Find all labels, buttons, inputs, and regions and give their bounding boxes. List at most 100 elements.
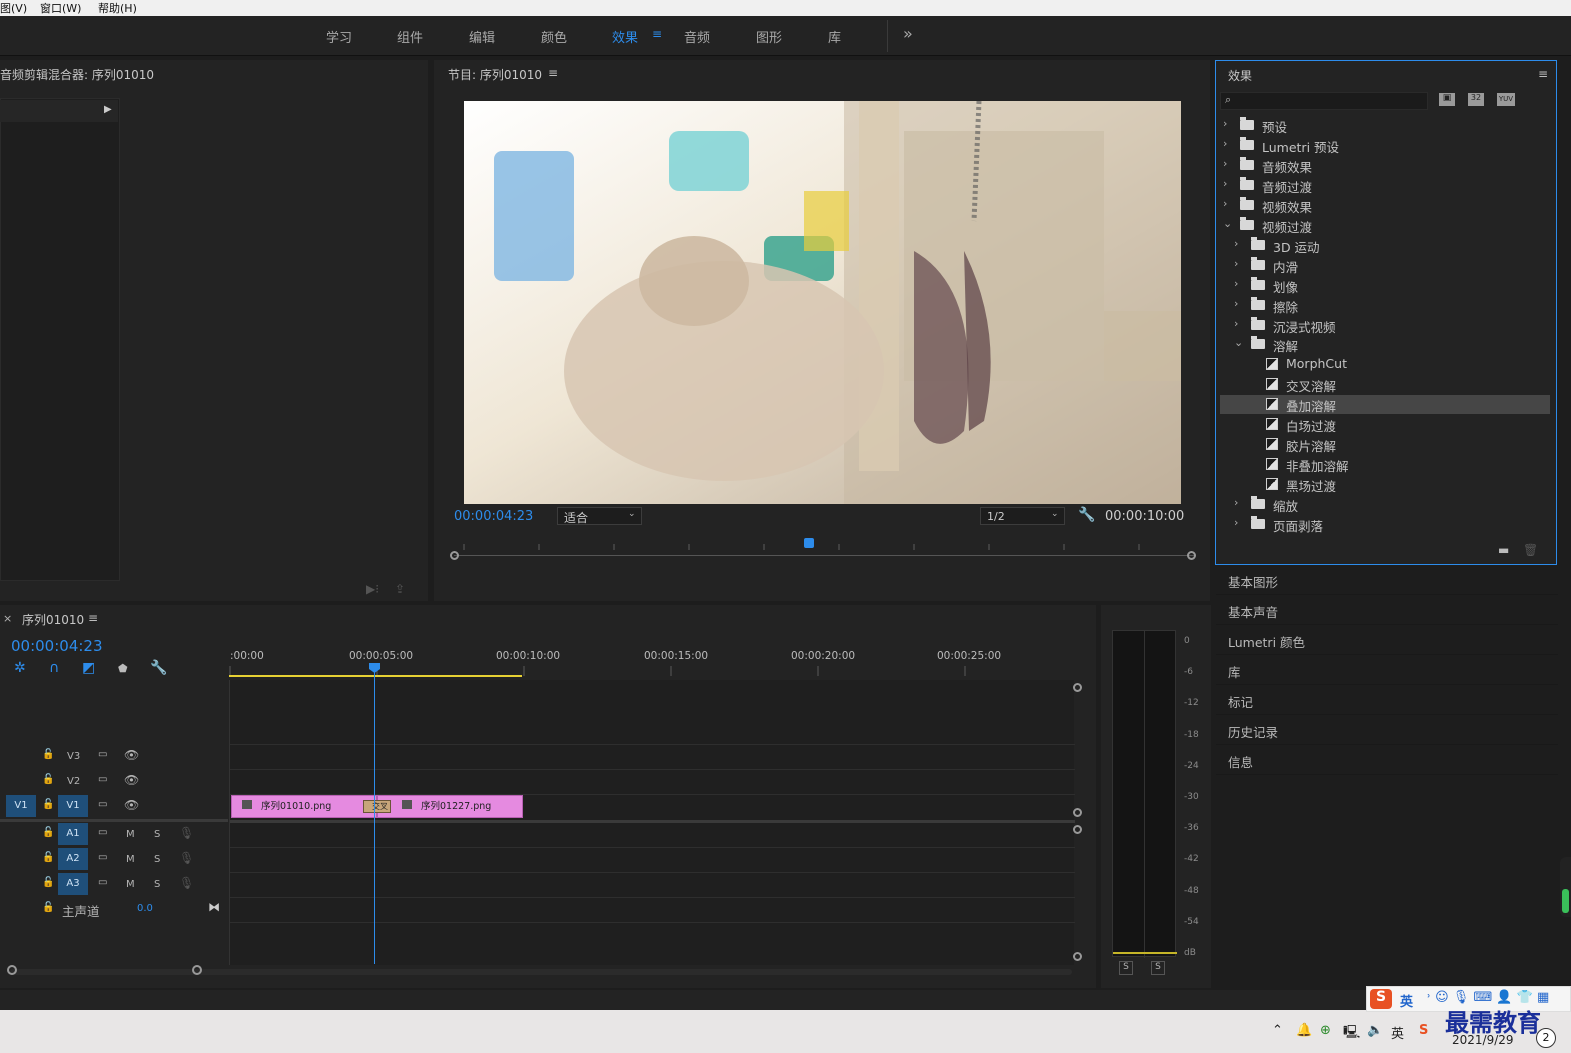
- chevron-right-icon[interactable]: ›: [1234, 516, 1238, 529]
- menu-window[interactable]: 窗口(W): [40, 0, 81, 16]
- timeline-settings-icon[interactable]: 🔧: [150, 660, 167, 676]
- side-panel-tab[interactable]: 库: [1216, 655, 1558, 685]
- side-panel-tab[interactable]: 标记: [1216, 685, 1558, 715]
- eye-icon[interactable]: 👁: [124, 798, 139, 812]
- network-icon[interactable]: 🖳: [1343, 1023, 1360, 1045]
- timeline-menu-icon[interactable]: ≡: [88, 611, 98, 625]
- effects-tree-item[interactable]: 非叠加溶解: [1220, 455, 1550, 474]
- sogou-tray-icon[interactable]: S: [1419, 1023, 1428, 1038]
- yuv-effects-icon[interactable]: YUV: [1497, 93, 1515, 106]
- mute-button[interactable]: M: [126, 854, 135, 865]
- chevron-down-icon[interactable]: ⌄: [1234, 336, 1243, 349]
- program-timecode[interactable]: 00:00:04:23: [454, 509, 533, 524]
- security-icon[interactable]: ⊕: [1320, 1023, 1331, 1038]
- microphone-icon[interactable]: 🎙: [179, 826, 194, 840]
- chevron-right-icon[interactable]: ›: [1223, 197, 1227, 210]
- volume-icon[interactable]: 🔈: [1367, 1023, 1383, 1038]
- lock-icon[interactable]: 🔓: [42, 749, 54, 760]
- effects-tree-item[interactable]: 黑场过渡: [1220, 475, 1550, 494]
- solo-button[interactable]: S: [154, 854, 160, 865]
- chevron-down-icon[interactable]: ⌄: [1223, 217, 1232, 230]
- side-panel-tab[interactable]: Lumetri 颜色: [1216, 625, 1558, 655]
- side-panel-tab[interactable]: 基本声音: [1216, 595, 1558, 625]
- program-menu-icon[interactable]: ≡: [548, 66, 558, 80]
- workspace-tab-learn[interactable]: 学习: [326, 27, 352, 46]
- chevron-right-icon[interactable]: ›: [1234, 237, 1238, 250]
- wrench-icon[interactable]: 🔧: [1078, 507, 1095, 523]
- track-target-a1[interactable]: A1: [58, 823, 88, 845]
- ime-language[interactable]: 英: [1400, 991, 1413, 1010]
- program-video-frame[interactable]: [464, 101, 1181, 504]
- effects-tree-item[interactable]: ⌄ 视频过渡: [1220, 216, 1550, 235]
- notification-icon[interactable]: 🔔: [1296, 1023, 1312, 1038]
- chevron-right-icon[interactable]: ›: [1234, 277, 1238, 290]
- linked-selection-icon[interactable]: ◩: [82, 660, 95, 676]
- microphone-icon[interactable]: 🎙: [179, 876, 194, 890]
- transition-marker[interactable]: 交叉: [363, 800, 391, 813]
- close-icon[interactable]: ×: [3, 612, 12, 625]
- tray-chevron-icon[interactable]: ⌃: [1272, 1023, 1283, 1038]
- scrub-start-handle[interactable]: [450, 551, 459, 560]
- chevron-right-icon[interactable]: ›: [1234, 257, 1238, 270]
- h-scroll-start-handle[interactable]: [7, 965, 17, 975]
- timeline-clip[interactable]: 序列01010.png: [231, 795, 377, 818]
- effects-tree-item[interactable]: › 缩放: [1220, 495, 1550, 514]
- sync-lock-icon[interactable]: ▭: [98, 827, 107, 838]
- chevron-right-icon[interactable]: ›: [1223, 137, 1227, 150]
- lock-icon[interactable]: 🔓: [42, 799, 54, 810]
- sync-lock-icon[interactable]: ▭: [98, 852, 107, 863]
- chevron-right-icon[interactable]: ›: [1234, 297, 1238, 310]
- resolution-dropdown[interactable]: 1/2 ⌄: [980, 507, 1065, 525]
- sync-lock-icon[interactable]: ▭: [98, 877, 107, 888]
- master-volume-value[interactable]: 0.0: [137, 903, 153, 914]
- sogou-logo-icon[interactable]: S: [1370, 989, 1392, 1009]
- effects-tree-item[interactable]: › 划像: [1220, 276, 1550, 295]
- side-widget[interactable]: [1560, 857, 1571, 917]
- add-marker-icon[interactable]: ⬟: [118, 662, 128, 675]
- snap-icon[interactable]: ∩: [49, 660, 59, 676]
- chevron-right-icon[interactable]: ›: [1234, 496, 1238, 509]
- notification-count-badge[interactable]: 2: [1536, 1028, 1556, 1048]
- timeline-timecode[interactable]: 00:00:04:23: [11, 637, 103, 655]
- menu-help[interactable]: 帮助(H): [98, 0, 137, 16]
- work-area-bar[interactable]: [229, 675, 522, 677]
- loop-icon[interactable]: ▶⁝: [366, 582, 379, 596]
- track-target-a2[interactable]: A2: [58, 848, 88, 870]
- effects-menu-icon[interactable]: ≡: [1538, 67, 1548, 81]
- 32bit-effects-icon[interactable]: 32: [1468, 93, 1484, 106]
- accelerated-effects-icon[interactable]: ▣: [1439, 93, 1455, 106]
- effects-tree-item[interactable]: › Lumetri 预设: [1220, 136, 1550, 155]
- fit-dropdown[interactable]: 适合 ⌄: [557, 507, 642, 525]
- timeline-track-area[interactable]: 序列01010.png 序列01227.png 交叉: [229, 680, 1075, 965]
- effects-tree-item[interactable]: MorphCut: [1220, 355, 1550, 374]
- effects-tree-item[interactable]: ⌄ 溶解: [1220, 335, 1550, 354]
- mute-button[interactable]: M: [126, 829, 135, 840]
- solo-left-button[interactable]: S: [1119, 961, 1133, 975]
- solo-button[interactable]: S: [154, 829, 160, 840]
- h-scroll-end-handle[interactable]: [192, 965, 202, 975]
- workspace-overflow-icon[interactable]: »: [903, 24, 913, 43]
- workspace-tab-graphics[interactable]: 图形: [756, 27, 782, 46]
- effects-tree-item[interactable]: › 音频过渡: [1220, 176, 1550, 195]
- timeline-clip[interactable]: 序列01227.png: [377, 795, 523, 818]
- eye-icon[interactable]: 👁: [124, 773, 139, 787]
- side-panel-tab[interactable]: 基本图形: [1216, 565, 1558, 595]
- effects-tree-item[interactable]: › 沉浸式视频: [1220, 316, 1550, 335]
- program-scrub-bar[interactable]: [450, 538, 1196, 560]
- play-arrow-icon[interactable]: ▶: [104, 104, 112, 115]
- menu-view[interactable]: 图(V): [0, 0, 27, 16]
- effects-tree-item[interactable]: 叠加溶解: [1220, 395, 1550, 415]
- track-target-v1[interactable]: V1: [58, 795, 88, 817]
- solo-right-button[interactable]: S: [1151, 961, 1165, 975]
- sync-lock-icon[interactable]: ▭: [98, 799, 107, 810]
- effects-tree-item[interactable]: › 页面剥落: [1220, 515, 1550, 534]
- lock-icon[interactable]: 🔓: [42, 852, 54, 863]
- export-icon[interactable]: ⇪: [395, 582, 405, 596]
- scrub-end-handle[interactable]: [1187, 551, 1196, 560]
- chevron-right-icon[interactable]: ›: [1223, 177, 1227, 190]
- effects-tree-item[interactable]: 胶片溶解: [1220, 435, 1550, 454]
- lock-icon[interactable]: 🔓: [42, 827, 54, 838]
- lock-icon[interactable]: 🔓: [42, 774, 54, 785]
- timeline-h-scrollbar[interactable]: [10, 969, 1072, 975]
- delete-icon[interactable]: 🗑: [1523, 543, 1538, 557]
